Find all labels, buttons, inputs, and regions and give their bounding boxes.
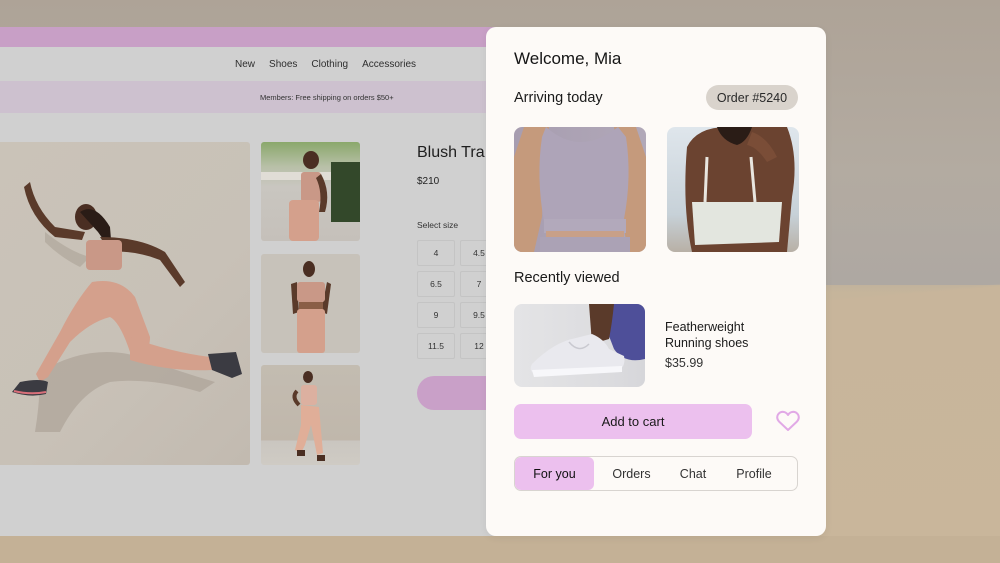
product-hero-image[interactable] bbox=[0, 142, 250, 465]
nav-clothing[interactable]: Clothing bbox=[311, 59, 348, 70]
tab-orders[interactable]: Orders bbox=[594, 457, 669, 490]
thumbnail-photo bbox=[261, 151, 360, 241]
order-number: Order #5240 bbox=[716, 90, 788, 105]
order-badge[interactable]: Order #5240 bbox=[706, 85, 798, 110]
store-nav: New Shoes Clothing Accessories bbox=[0, 47, 500, 81]
recent-item-name-line1: Featherweight bbox=[665, 320, 745, 334]
recent-item-price: $35.99 bbox=[665, 356, 704, 370]
nav-new[interactable]: New bbox=[235, 59, 255, 70]
size-option[interactable]: 4 bbox=[417, 240, 455, 266]
account-card: Welcome, Mia Arriving today Order #5240 … bbox=[486, 27, 826, 536]
product-title: Blush Tra bbox=[417, 144, 485, 161]
select-size-label: Select size bbox=[417, 220, 459, 230]
product-price: $210 bbox=[417, 176, 440, 187]
thumbnail-photo bbox=[292, 371, 325, 461]
arriving-item-1-image[interactable] bbox=[514, 127, 646, 252]
product-thumbnail-3[interactable] bbox=[261, 365, 360, 465]
size-option[interactable]: 9 bbox=[417, 302, 455, 328]
tab-chat[interactable]: Chat bbox=[669, 457, 717, 490]
thumbnail-photo bbox=[291, 261, 331, 353]
tab-profile[interactable]: Profile bbox=[717, 457, 791, 490]
promo-banner: Members: Free shipping on orders $50+ bbox=[0, 81, 500, 113]
recently-viewed-heading: Recently viewed bbox=[514, 270, 620, 286]
background-floor bbox=[0, 536, 1000, 563]
recent-item-name[interactable]: Featherweight Running shoes bbox=[665, 319, 785, 351]
add-to-cart-button[interactable]: Add to cart bbox=[514, 404, 752, 439]
background-concrete bbox=[820, 250, 1000, 563]
bottom-tab-bar: For you Orders Chat Profile bbox=[514, 456, 798, 491]
product-thumbnail-2[interactable] bbox=[261, 254, 360, 353]
running-shoe-photo bbox=[530, 304, 645, 377]
store-top-bar bbox=[0, 27, 500, 47]
white-bra-photo bbox=[685, 127, 795, 252]
nav-accessories[interactable]: Accessories bbox=[362, 59, 416, 70]
promo-text: Members: Free shipping on orders $50+ bbox=[260, 92, 394, 102]
size-option[interactable]: 6.5 bbox=[417, 271, 455, 297]
runner-illustration bbox=[12, 182, 242, 432]
welcome-heading: Welcome, Mia bbox=[514, 49, 622, 68]
arriving-item-2-image[interactable] bbox=[667, 127, 799, 252]
product-thumbnail-1[interactable] bbox=[261, 142, 360, 241]
nav-shoes[interactable]: Shoes bbox=[269, 59, 297, 70]
recent-item-name-line2: Running shoes bbox=[665, 336, 749, 350]
arriving-today-heading: Arriving today bbox=[514, 90, 603, 106]
storefront-page: New Shoes Clothing Accessories Members: … bbox=[0, 27, 500, 536]
size-option[interactable]: 11.5 bbox=[417, 333, 455, 359]
lavender-bra-photo bbox=[514, 127, 646, 252]
heart-icon[interactable] bbox=[776, 410, 800, 432]
tab-for-you[interactable]: For you bbox=[515, 457, 594, 490]
recent-item-image[interactable] bbox=[514, 304, 645, 387]
